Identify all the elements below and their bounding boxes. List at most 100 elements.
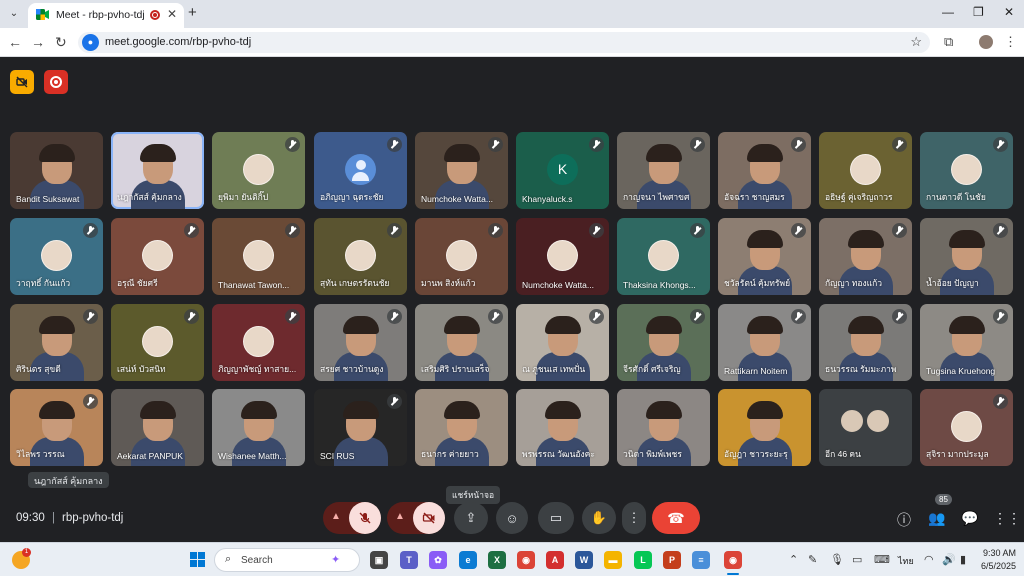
acrobat-icon[interactable]: A bbox=[546, 551, 564, 569]
reload-icon[interactable]: ↻ bbox=[55, 34, 67, 51]
participant-tile[interactable]: สุทัน เกษตรรัตนชัย bbox=[314, 218, 407, 295]
chrome-icon[interactable]: ◉ bbox=[517, 551, 535, 569]
close-tab-icon[interactable]: ✕ bbox=[167, 7, 177, 21]
participant-tile[interactable]: สุจิรา มากประมูล bbox=[920, 389, 1013, 466]
participant-tile[interactable]: นฎากัสส์ คุ้มกลาง bbox=[111, 132, 204, 209]
participant-tile[interactable]: วาฤทธิ์ กันแก้ว bbox=[10, 218, 103, 295]
tray-chevron-icon[interactable]: ⌃ bbox=[789, 553, 798, 566]
excel-icon[interactable]: X bbox=[488, 551, 506, 569]
taskbar-time[interactable]: 9:30 AM bbox=[980, 548, 1016, 558]
line-icon[interactable]: L bbox=[634, 551, 652, 569]
participant-video-hair bbox=[140, 144, 176, 162]
recording-button[interactable] bbox=[44, 70, 68, 94]
meeting-info-icon[interactable]: ⓘ bbox=[897, 510, 911, 530]
participant-tile[interactable]: Aekarat PANPUK bbox=[111, 389, 204, 466]
participant-tile[interactable]: จีรศักดิ์ ศรีเจริญ bbox=[617, 304, 710, 381]
participant-tile[interactable]: Bandit Suksawat bbox=[10, 132, 103, 209]
participant-tile[interactable]: วิไลพร วรรณ bbox=[10, 389, 103, 466]
participant-tile[interactable]: มานพ สิงห์แก้ว bbox=[415, 218, 508, 295]
meeting-code: rbp-pvho-tdj bbox=[62, 512, 124, 524]
participant-tile[interactable]: ณ ภูชนเส เทพปั่น bbox=[516, 304, 609, 381]
keyboard-icon[interactable]: ⌨ bbox=[874, 553, 890, 566]
participant-tile[interactable]: ภิญญาพัชญ์ ทาสาย... bbox=[212, 304, 305, 381]
participant-tile[interactable]: อรุณี ชัยศรี bbox=[111, 218, 204, 295]
participant-tile[interactable]: Rattikarn Noitem bbox=[718, 304, 811, 381]
participant-tile[interactable]: ธนวรรณ รัมมะภาพ bbox=[819, 304, 912, 381]
word-icon[interactable]: W bbox=[575, 551, 593, 569]
participant-tile[interactable]: วนิดา พิมพ์เพชร bbox=[617, 389, 710, 466]
participant-tile[interactable]: Thanawat Tawon... bbox=[212, 218, 305, 295]
mic-options-chevron-icon[interactable]: ▲ bbox=[331, 511, 341, 522]
address-bar[interactable]: ● meet.google.com/rbp-pvho-tdj ☆ bbox=[78, 32, 930, 53]
participant-tile[interactable]: Thaksina Khongs... bbox=[617, 218, 710, 295]
close-window-icon[interactable]: ✕ bbox=[1004, 5, 1014, 19]
leave-call-button[interactable]: ☎ bbox=[652, 502, 700, 534]
file-explorer-icon[interactable]: ▬ bbox=[604, 551, 622, 569]
present-screen-button[interactable]: ⇪ bbox=[454, 502, 488, 534]
chrome-active-icon[interactable]: ◉ bbox=[724, 551, 742, 569]
copilot-icon[interactable]: ✿ bbox=[429, 551, 447, 569]
browser-menu-icon[interactable]: ⋮ bbox=[1004, 34, 1017, 50]
people-icon[interactable]: 👥 bbox=[928, 510, 945, 527]
site-mic-in-use-icon[interactable]: ● bbox=[82, 34, 99, 51]
volume-icon[interactable]: 🔊 bbox=[942, 553, 956, 566]
raise-hand-button[interactable]: ✋ bbox=[582, 502, 616, 534]
forward-arrow-icon[interactable]: → bbox=[31, 34, 45, 50]
new-tab-plus-icon[interactable]: + bbox=[188, 4, 197, 21]
participant-tile[interactable]: K Khanyaluck.s bbox=[516, 132, 609, 209]
participant-tile[interactable]: ยุพิมา ยันติกิ๊ป bbox=[212, 132, 305, 209]
participant-tile[interactable]: อธิษฐ์ คู่เจริญถาวร bbox=[819, 132, 912, 209]
participant-tile[interactable]: น้ำอ้อย ปัญญา bbox=[920, 218, 1013, 295]
participant-tile[interactable]: SCI RUS bbox=[314, 389, 407, 466]
participant-tile[interactable]: อัญฎา ชาวระยะรุ bbox=[718, 389, 811, 466]
participant-tile[interactable]: ธนากร ค่ายยาว bbox=[415, 389, 508, 466]
browser-tab-meet[interactable]: Meet - rbp-pvho-tdj ✕ bbox=[28, 3, 184, 28]
participant-tile[interactable]: กัญญา ทองแก้ว bbox=[819, 218, 912, 295]
participant-tile[interactable]: กานดาวดี โนชัย bbox=[920, 132, 1013, 209]
more-options-button[interactable]: ⋮ bbox=[622, 502, 646, 534]
back-arrow-icon[interactable]: ← bbox=[8, 34, 22, 50]
powerpoint-icon[interactable]: P bbox=[663, 551, 681, 569]
taskbar-search-box[interactable]: ⌕ Search ✦ bbox=[214, 548, 360, 572]
participant-tile[interactable]: พรพรรณ วัฒนอังคะ bbox=[516, 389, 609, 466]
participant-tile[interactable]: เสริมศิริ ปราบเสร็จ bbox=[415, 304, 508, 381]
input-language[interactable]: ไทย bbox=[898, 554, 914, 568]
teams-icon[interactable]: T bbox=[400, 551, 418, 569]
taskbar-date[interactable]: 6/5/2025 bbox=[972, 561, 1016, 571]
participant-tile[interactable]: อภิญญา ฉุดระชัย bbox=[314, 132, 407, 209]
participant-tile[interactable]: ศิรินตร สุขดี bbox=[10, 304, 103, 381]
camera-off-notice-button[interactable] bbox=[10, 70, 34, 94]
notepad-icon[interactable]: ≡ bbox=[692, 551, 710, 569]
edge-icon[interactable]: e bbox=[459, 551, 477, 569]
camera-toggle-button[interactable] bbox=[413, 502, 445, 534]
participant-tile[interactable]: Wishanee Matth... bbox=[212, 389, 305, 466]
participant-tile[interactable]: สรยศ ชาวบ้านดูง bbox=[314, 304, 407, 381]
participant-tile[interactable]: กาญจนา ไพศาขศ bbox=[617, 132, 710, 209]
participant-tile[interactable]: Tugsina Kruehong bbox=[920, 304, 1013, 381]
participant-tile[interactable]: อัจฉรา ชาญสมร bbox=[718, 132, 811, 209]
restore-icon[interactable]: ❐ bbox=[973, 5, 984, 19]
tray-app-icon[interactable]: ▭ bbox=[852, 553, 862, 566]
start-windows-icon[interactable] bbox=[190, 552, 206, 568]
participant-tile[interactable]: เสน่ห์ บัวสนิท bbox=[111, 304, 204, 381]
tab-search-chevron-icon[interactable]: ⌄ bbox=[6, 6, 22, 22]
participant-tile[interactable]: Numchoke Watta... bbox=[516, 218, 609, 295]
minimize-icon[interactable]: — bbox=[942, 5, 954, 19]
participant-tile[interactable]: อีก 46 คน bbox=[819, 389, 912, 466]
bookmark-star-icon[interactable]: ☆ bbox=[910, 34, 922, 50]
battery-icon[interactable]: ▮ bbox=[960, 553, 966, 566]
task-view-icon[interactable]: ▣ bbox=[370, 551, 388, 569]
reactions-button[interactable]: ☺ bbox=[496, 502, 528, 534]
chat-icon[interactable]: 💬 bbox=[961, 510, 978, 527]
wifi-icon[interactable]: ◠ bbox=[924, 553, 934, 566]
participant-tile[interactable]: ชวัลรัตน์ คุ้มทรัพย์ bbox=[718, 218, 811, 295]
tray-mic-icon[interactable]: 🎙 bbox=[830, 553, 844, 566]
profile-avatar[interactable] bbox=[979, 35, 993, 49]
activities-grid-icon[interactable]: ⋮⋮ bbox=[993, 510, 1021, 527]
extensions-puzzle-icon[interactable]: ⧉ bbox=[944, 34, 953, 50]
participant-tile[interactable]: Numchoke Watta... bbox=[415, 132, 508, 209]
captions-button[interactable]: ▭ bbox=[538, 502, 574, 534]
camera-options-chevron-icon[interactable]: ▲ bbox=[395, 511, 405, 522]
microphone-toggle-button[interactable] bbox=[349, 502, 381, 534]
pen-icon[interactable]: ✎ bbox=[808, 553, 817, 566]
